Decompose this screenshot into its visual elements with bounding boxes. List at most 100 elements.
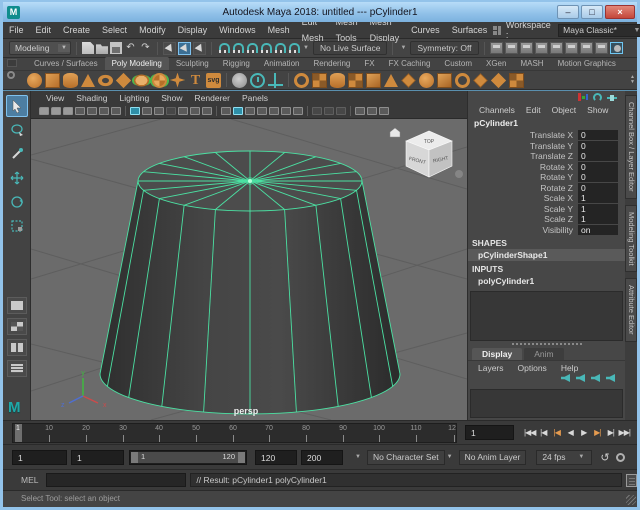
step-forward-frame-button[interactable]: ▶| (604, 424, 618, 442)
ipr-render-icon[interactable] (520, 42, 533, 54)
step-back-key-button[interactable]: |◀ (550, 424, 564, 442)
title-bar[interactable]: M Autodesk Maya 2018: untitled --- pCyli… (3, 2, 637, 22)
platonic-solid-icon[interactable] (152, 73, 167, 88)
playback-loop-icon[interactable]: ↺ (600, 451, 609, 464)
poly-sphere-icon[interactable] (27, 73, 42, 88)
shelf-tab-motion-graphics[interactable]: Motion Graphics (551, 57, 623, 70)
poly-plane-icon[interactable] (116, 72, 131, 87)
move-layer-up-icon[interactable] (561, 374, 570, 382)
layout-two-pane-button[interactable] (7, 339, 27, 356)
smooth-icon[interactable] (366, 73, 381, 88)
shelf-collapse-button[interactable] (7, 59, 17, 67)
separate-icon[interactable] (330, 73, 345, 88)
manip-mode-icon[interactable] (578, 93, 588, 101)
panel-menu-lighting[interactable]: Lighting (114, 93, 154, 103)
input-node-name[interactable]: polyCylinder1 (468, 275, 625, 287)
lasso-select-tool[interactable] (6, 119, 28, 141)
shelf-tab-xgen[interactable]: XGen (479, 57, 513, 70)
animation-preferences-icon[interactable] (616, 453, 625, 462)
channel-value[interactable]: 0 (578, 151, 618, 161)
snap-curve-icon[interactable] (231, 42, 243, 54)
channel-value[interactable]: 0 (578, 162, 618, 172)
connect-icon[interactable] (491, 72, 506, 87)
redo-icon[interactable]: ↷ (139, 42, 152, 54)
save-scene-icon[interactable] (110, 42, 122, 54)
shadows-icon[interactable] (269, 107, 279, 115)
toggle-viewport-renderer-icon[interactable] (610, 42, 623, 54)
play-forwards-button[interactable]: ▶ (577, 424, 591, 442)
pcylinder-mesh[interactable] (100, 151, 400, 414)
cb-menu-show[interactable]: Show (582, 105, 613, 115)
shelf-menu-gear-icon[interactable] (7, 71, 15, 79)
snap-projected-center-icon[interactable] (259, 42, 271, 54)
render-current-frame-icon[interactable] (505, 42, 518, 54)
shelf-tab-fx-caching[interactable]: FX Caching (382, 57, 438, 70)
textured-mode-icon[interactable] (245, 107, 255, 115)
poly-disc-icon[interactable] (134, 74, 149, 86)
new-scene-icon[interactable] (82, 42, 94, 54)
range-end-handle[interactable] (238, 452, 245, 463)
maximize-button[interactable]: □ (581, 5, 603, 19)
xray-joints-icon[interactable] (336, 107, 346, 115)
lock-camera-icon[interactable] (51, 107, 61, 115)
range-slider[interactable]: 1 120 (129, 450, 247, 465)
layout-single-pane-button[interactable] (7, 297, 27, 314)
shelf-tab-mash[interactable]: MASH (513, 57, 550, 70)
paint-select-tool[interactable] (6, 143, 28, 165)
anim-layer-selector[interactable]: No Anim Layer (459, 450, 527, 465)
character-controls-icon[interactable] (565, 42, 578, 54)
combine-icon[interactable] (312, 73, 327, 88)
bevel-icon[interactable] (401, 73, 415, 87)
panel-menu-panels[interactable]: Panels (237, 93, 273, 103)
shelf-tab-fx[interactable]: FX (357, 57, 381, 70)
step-back-frame-button[interactable]: |◀ (537, 424, 551, 442)
script-editor-icon[interactable] (626, 474, 637, 487)
quad-draw-icon[interactable] (437, 73, 452, 88)
command-input[interactable] (46, 473, 186, 487)
viewport-render[interactable]: TOP FRONT RIGHT y x z (31, 119, 467, 420)
open-scene-icon[interactable] (96, 42, 108, 54)
channel-value[interactable]: 0 (578, 183, 618, 193)
layer-list-area[interactable] (470, 389, 623, 418)
cb-menu-channels[interactable]: Channels (474, 105, 520, 115)
image-plane-icon[interactable] (87, 107, 97, 115)
view-transform-icon[interactable] (379, 107, 389, 115)
chevron-down-icon[interactable]: ▼ (301, 45, 311, 51)
menu-display[interactable]: Display (172, 22, 214, 38)
multi-cut-icon[interactable] (455, 73, 470, 88)
poly-cylinder-icon[interactable] (63, 73, 78, 88)
menu-edit[interactable]: Edit (30, 22, 58, 38)
wireframe-mode-icon[interactable] (221, 107, 231, 115)
render-settings-icon[interactable] (535, 42, 548, 54)
live-surface-field[interactable]: No Live Surface (313, 41, 387, 55)
select-component-mode-icon[interactable] (193, 42, 206, 55)
tab-modeling-toolkit[interactable]: Modeling Toolkit (625, 205, 637, 273)
fps-selector[interactable]: 24 fps ▼ (536, 450, 592, 465)
resolution-gate-icon[interactable] (154, 107, 164, 115)
workspace-selector[interactable]: Maya Classic* ▼ (558, 24, 640, 37)
channel-value[interactable]: 0 (578, 130, 618, 140)
minimize-button[interactable]: – (557, 5, 579, 19)
cb-menu-object[interactable]: Object (547, 105, 582, 115)
channel-value[interactable]: 1 (578, 193, 618, 203)
move-tool[interactable] (6, 167, 28, 189)
hypershade-icon[interactable] (550, 42, 563, 54)
animation-end-field[interactable]: 200 (301, 450, 343, 465)
sweep-mesh-icon[interactable] (170, 73, 185, 88)
undo-icon[interactable]: ↶ (124, 42, 137, 54)
panel-menu-show[interactable]: Show (156, 93, 187, 103)
safe-title-icon[interactable] (202, 107, 212, 115)
svg-tool-icon[interactable]: svg (206, 73, 221, 88)
layout-outliner-persp-button[interactable] (7, 360, 27, 377)
shape-node-name[interactable]: pCylinderShape1 (468, 249, 625, 261)
isolate-select-icon[interactable] (312, 107, 322, 115)
mirror-icon[interactable] (294, 73, 309, 88)
create-layer-from-selected-icon[interactable] (606, 374, 615, 382)
shelf-tab-poly-modeling[interactable]: Poly Modeling (105, 57, 169, 70)
select-object-mode-icon[interactable] (178, 42, 191, 55)
render-view-icon[interactable] (490, 42, 503, 54)
rotate-tool[interactable] (6, 191, 28, 213)
snap-grid-icon[interactable] (217, 42, 229, 54)
chevron-down-icon[interactable]: ▼ (398, 45, 408, 51)
menu-windows[interactable]: Windows (213, 22, 262, 38)
